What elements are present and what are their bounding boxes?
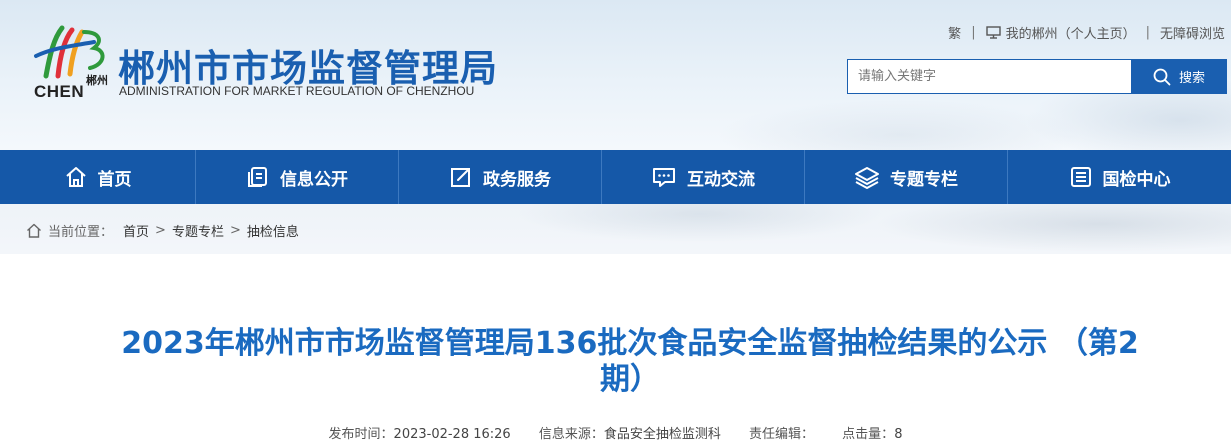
article-meta: 发布时间：2023-02-28 16:26 信息来源：食品安全抽检监测科 责任编… — [0, 423, 1231, 442]
my-chenzhou-link[interactable]: 我的郴州（个人主页） — [985, 23, 1136, 42]
breadcrumb-label: 当前位置： — [48, 225, 114, 240]
search-button[interactable]: 搜索 — [1131, 59, 1227, 94]
my-chenzhou-label: 我的郴州（个人主页） — [1005, 27, 1136, 42]
divider: | — [1145, 25, 1150, 40]
click-count-label: 点击量： — [842, 427, 895, 442]
nav-item-gov-services[interactable]: 政务服务 — [399, 150, 602, 204]
nav-item-label: 信息公开 — [280, 169, 348, 190]
publish-time-label: 发布时间： — [328, 427, 394, 442]
accessibility-link[interactable]: 无障碍浏览 — [1160, 23, 1225, 42]
site-logo[interactable]: 郴州 CHEN — [26, 24, 116, 101]
breadcrumb-item-inspection-info[interactable]: 抽检信息 — [247, 221, 299, 240]
breadcrumb-separator: > — [155, 223, 166, 238]
edit-icon — [451, 168, 470, 187]
article-title: 2023年郴州市市场监督管理局136批次食品安全监督抽检结果的公示 （第2期） — [121, 326, 1139, 397]
nav-item-home[interactable]: 首页 — [0, 150, 196, 204]
breadcrumb-item-special-topics[interactable]: 专题专栏 — [172, 221, 224, 240]
info-source: 信息来源：食品安全抽检监测科 — [539, 427, 721, 442]
nav-item-label: 政务服务 — [483, 169, 551, 190]
publish-time-value: 2023-02-28 16:26 — [393, 427, 511, 442]
search-bar: 搜索 — [847, 59, 1227, 94]
divider: | — [971, 25, 976, 40]
logo-en-text: CHEN — [34, 82, 85, 101]
search-input[interactable] — [847, 59, 1131, 94]
breadcrumb: 当前位置： 首页 > 专题专栏 > 抽检信息 — [26, 221, 299, 240]
nav-item-inspection-center[interactable]: 国检中心 — [1008, 150, 1231, 204]
site-subtitle: ADMINISTRATION FOR MARKET REGULATION OF … — [119, 84, 475, 98]
editor-label: 责任编辑： — [749, 427, 815, 442]
list-icon — [1070, 167, 1091, 187]
breadcrumb-item-home[interactable]: 首页 — [123, 221, 149, 240]
chat-icon — [653, 168, 675, 187]
nav-item-label: 互动交流 — [687, 169, 755, 190]
breadcrumb-separator: > — [229, 223, 241, 238]
info-source-value: 食品安全抽检监测科 — [603, 427, 721, 442]
traditional-chinese-link[interactable]: 繁 — [948, 23, 961, 42]
nav-item-label: 首页 — [97, 169, 132, 190]
responsible-editor: 责任编辑： — [749, 427, 814, 442]
nav-item-label: 专题专栏 — [890, 169, 958, 190]
monitor-icon — [985, 26, 1001, 39]
home-icon — [65, 167, 86, 187]
layers-icon — [855, 167, 879, 189]
search-button-label: 搜索 — [1178, 71, 1205, 86]
search-icon — [1153, 68, 1171, 85]
click-count: 点击量：8 — [842, 427, 902, 442]
site-header: 郴州 CHEN 郴州市市场监督管理局 ADMINISTRATION FOR MA… — [0, 0, 1231, 150]
info-source-label: 信息来源： — [538, 427, 604, 442]
top-links: 繁 | 我的郴州（个人主页） | 无障碍浏览 — [948, 23, 1225, 42]
logo-small-text: 郴州 — [86, 74, 108, 87]
breadcrumb-band: 当前位置： 首页 > 专题专栏 > 抽检信息 — [0, 204, 1231, 254]
nav-item-label: 国检中心 — [1102, 169, 1171, 190]
home-icon — [27, 223, 41, 238]
document-icon — [248, 167, 267, 187]
nav-item-special-topics[interactable]: 专题专栏 — [805, 150, 1008, 204]
publish-time: 发布时间：2023-02-28 16:26 — [329, 427, 511, 442]
nav-item-info-disclosure[interactable]: 信息公开 — [196, 150, 399, 204]
main-nav: 首页 信息公开 政务服务 互动交流 专题专栏 国检中心 — [0, 150, 1231, 204]
click-count-value: 8 — [894, 427, 903, 442]
nav-item-interaction[interactable]: 互动交流 — [602, 150, 805, 204]
